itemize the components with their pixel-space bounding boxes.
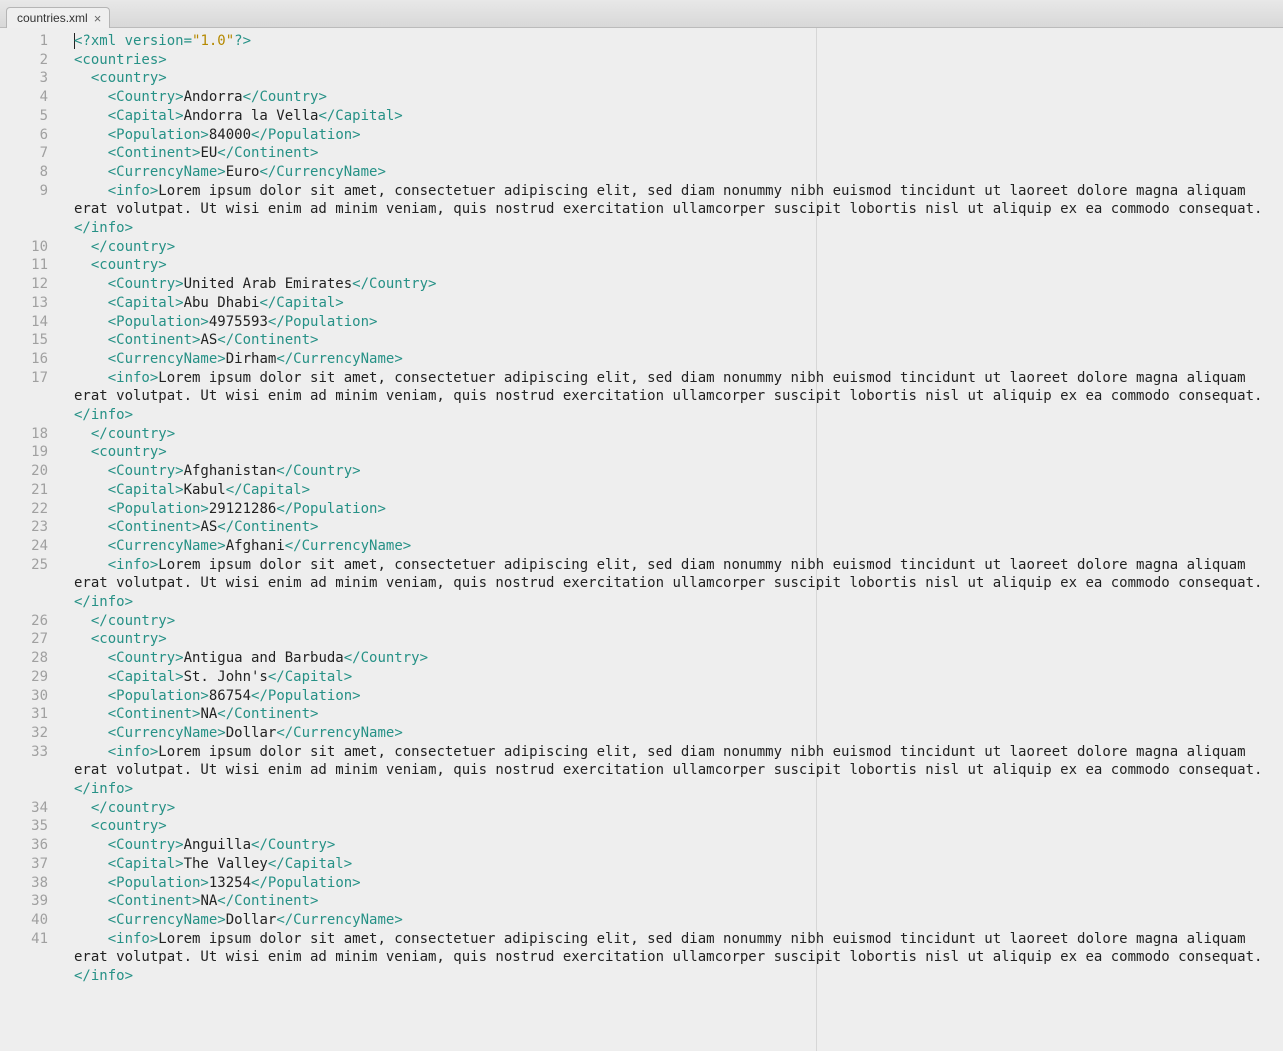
- line-number: 7: [0, 144, 48, 163]
- line-number: 15: [0, 331, 48, 350]
- code-line[interactable]: <info>Lorem ipsum dolor sit amet, consec…: [74, 182, 1283, 238]
- code-line[interactable]: <Continent>AS</Continent>: [74, 331, 1283, 350]
- line-number: [0, 780, 48, 799]
- code-line[interactable]: <CurrencyName>Afghani</CurrencyName>: [74, 537, 1283, 556]
- line-number: 41: [0, 930, 48, 949]
- line-number: 1: [0, 32, 48, 51]
- code-line[interactable]: <CurrencyName>Dollar</CurrencyName>: [74, 911, 1283, 930]
- code-line[interactable]: <info>Lorem ipsum dolor sit amet, consec…: [74, 930, 1283, 986]
- line-number: 31: [0, 705, 48, 724]
- line-number: 39: [0, 892, 48, 911]
- code-line[interactable]: <Population>4975593</Population>: [74, 313, 1283, 332]
- line-number: 17: [0, 369, 48, 388]
- line-number: 35: [0, 817, 48, 836]
- code-line[interactable]: <countries>: [74, 51, 1283, 70]
- line-number: [0, 761, 48, 780]
- gutter: 1234567891011121314151617181920212223242…: [0, 28, 62, 1051]
- line-number: [0, 406, 48, 425]
- line-number: 34: [0, 799, 48, 818]
- code-line[interactable]: </country>: [74, 425, 1283, 444]
- line-number: 13: [0, 294, 48, 313]
- code-line[interactable]: </country>: [74, 238, 1283, 257]
- code-line[interactable]: <Country>Anguilla</Country>: [74, 836, 1283, 855]
- line-number: [0, 574, 48, 593]
- code-line[interactable]: <country>: [74, 630, 1283, 649]
- code-line[interactable]: <Capital>Abu Dhabi</Capital>: [74, 294, 1283, 313]
- code-line[interactable]: <Country>Antigua and Barbuda</Country>: [74, 649, 1283, 668]
- code-line[interactable]: <Continent>AS</Continent>: [74, 518, 1283, 537]
- line-number: 24: [0, 537, 48, 556]
- line-number: [0, 219, 48, 238]
- code-line[interactable]: <Capital>The Valley</Capital>: [74, 855, 1283, 874]
- line-number: 5: [0, 107, 48, 126]
- line-number: 23: [0, 518, 48, 537]
- line-number: 30: [0, 687, 48, 706]
- code-line[interactable]: <CurrencyName>Dirham</CurrencyName>: [74, 350, 1283, 369]
- code-line[interactable]: </country>: [74, 799, 1283, 818]
- code-line[interactable]: <info>Lorem ipsum dolor sit amet, consec…: [74, 369, 1283, 425]
- line-number: 38: [0, 874, 48, 893]
- line-number: 28: [0, 649, 48, 668]
- line-number: 10: [0, 238, 48, 257]
- code-line[interactable]: <Country>United Arab Emirates</Country>: [74, 275, 1283, 294]
- line-number: 8: [0, 163, 48, 182]
- line-number: 18: [0, 425, 48, 444]
- line-number: 3: [0, 69, 48, 88]
- line-number: 26: [0, 612, 48, 631]
- code-line[interactable]: <country>: [74, 69, 1283, 88]
- code-line[interactable]: <Capital>Andorra la Vella</Capital>: [74, 107, 1283, 126]
- code-line[interactable]: <Population>29121286</Population>: [74, 500, 1283, 519]
- line-number: 29: [0, 668, 48, 687]
- line-number: 14: [0, 313, 48, 332]
- line-number: 4: [0, 88, 48, 107]
- code-line[interactable]: <Continent>NA</Continent>: [74, 705, 1283, 724]
- line-number: 2: [0, 51, 48, 70]
- file-tab[interactable]: countries.xml ×: [6, 7, 110, 28]
- line-number: [0, 948, 48, 967]
- code-line[interactable]: <Population>86754</Population>: [74, 687, 1283, 706]
- line-number: 33: [0, 743, 48, 762]
- code-line[interactable]: <country>: [74, 817, 1283, 836]
- code-line[interactable]: <info>Lorem ipsum dolor sit amet, consec…: [74, 743, 1283, 799]
- line-number: [0, 200, 48, 219]
- code-line[interactable]: <Continent>NA</Continent>: [74, 892, 1283, 911]
- line-number: 19: [0, 443, 48, 462]
- code-line[interactable]: <?xml version="1.0"?>: [74, 32, 1283, 51]
- code-line[interactable]: <Population>84000</Population>: [74, 126, 1283, 145]
- line-number: 40: [0, 911, 48, 930]
- code-line[interactable]: <Continent>EU</Continent>: [74, 144, 1283, 163]
- code-line[interactable]: <Country>Andorra</Country>: [74, 88, 1283, 107]
- line-number: 37: [0, 855, 48, 874]
- line-number: [0, 967, 48, 986]
- editor[interactable]: 1234567891011121314151617181920212223242…: [0, 28, 1283, 1051]
- line-number: [0, 593, 48, 612]
- tab-bar: countries.xml ×: [0, 0, 1283, 28]
- code-area[interactable]: <?xml version="1.0"?><countries> <countr…: [62, 28, 1283, 1051]
- line-number: 27: [0, 630, 48, 649]
- line-number: 36: [0, 836, 48, 855]
- line-number: 9: [0, 182, 48, 201]
- line-number: 16: [0, 350, 48, 369]
- line-number: 25: [0, 556, 48, 575]
- line-number: 21: [0, 481, 48, 500]
- line-number: 6: [0, 126, 48, 145]
- line-number: 22: [0, 500, 48, 519]
- line-number: [0, 387, 48, 406]
- close-icon[interactable]: ×: [94, 12, 102, 25]
- code-line[interactable]: </country>: [74, 612, 1283, 631]
- code-line[interactable]: <country>: [74, 256, 1283, 275]
- tab-title: countries.xml: [17, 11, 88, 25]
- code-line[interactable]: <Population>13254</Population>: [74, 874, 1283, 893]
- line-number: 12: [0, 275, 48, 294]
- line-number: 32: [0, 724, 48, 743]
- code-line[interactable]: <info>Lorem ipsum dolor sit amet, consec…: [74, 556, 1283, 612]
- code-line[interactable]: <Country>Afghanistan</Country>: [74, 462, 1283, 481]
- code-line[interactable]: <CurrencyName>Dollar</CurrencyName>: [74, 724, 1283, 743]
- line-number: 11: [0, 256, 48, 275]
- code-line[interactable]: <CurrencyName>Euro</CurrencyName>: [74, 163, 1283, 182]
- code-line[interactable]: <Capital>St. John's</Capital>: [74, 668, 1283, 687]
- code-line[interactable]: <Capital>Kabul</Capital>: [74, 481, 1283, 500]
- line-number: 20: [0, 462, 48, 481]
- code-line[interactable]: <country>: [74, 443, 1283, 462]
